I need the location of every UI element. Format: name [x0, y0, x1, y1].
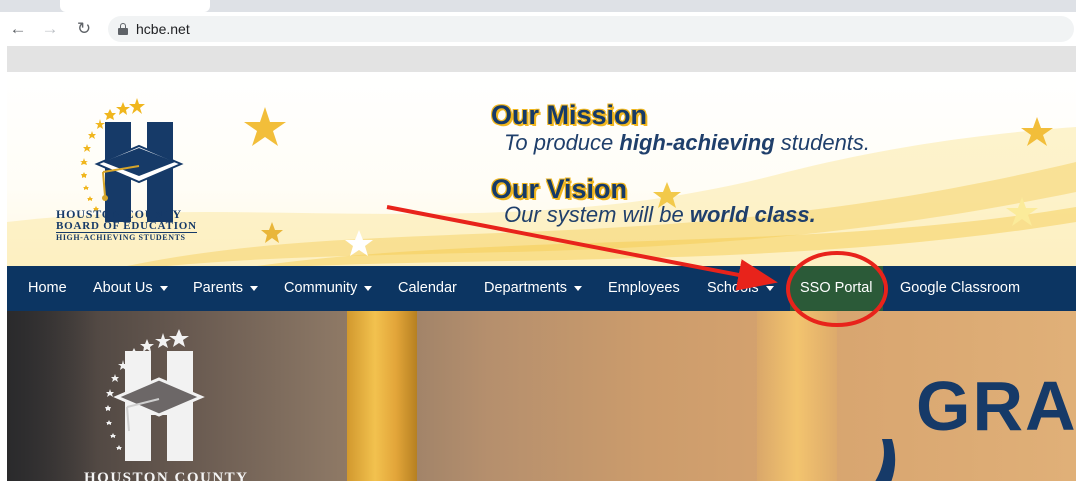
lock-icon[interactable] [118, 23, 128, 35]
tab-strip [0, 0, 1076, 12]
caret-down-icon [159, 285, 168, 291]
site-header: Houston County Board of Education High-A… [7, 72, 1076, 266]
nav-community[interactable]: Community [284, 266, 373, 311]
nav-departments[interactable]: Departments [484, 266, 583, 311]
nav-parents[interactable]: Parents [193, 266, 258, 311]
nav-about-us[interactable]: About Us [93, 266, 168, 311]
arrow-right-icon[interactable]: → [38, 17, 62, 41]
nav-schools[interactable]: Schools [707, 266, 774, 311]
reload-icon[interactable]: ↻ [72, 17, 96, 41]
hero-banner: Houston County GRA [7, 311, 1076, 481]
caret-down-icon [364, 285, 373, 291]
nav-sso-portal[interactable]: SSO Portal [790, 266, 883, 311]
main-nav: Home About Us Parents Community Calendar… [7, 266, 1076, 311]
browser-toolbar: ← → ↻ hcbe.net [0, 12, 1076, 46]
org-tagline: High-Achieving Students [56, 233, 186, 242]
vision-heading: Our Vision [491, 174, 628, 204]
caret-down-icon [765, 285, 774, 291]
hero-hcbe-logo [105, 329, 205, 461]
bookmark-bar [7, 46, 1076, 72]
nav-employees[interactable]: Employees [608, 266, 680, 311]
caret-down-icon [249, 285, 258, 291]
mission-text: To produce high-achieving students. [504, 130, 871, 155]
nav-home[interactable]: Home [28, 266, 67, 311]
hero-decoration [875, 439, 896, 481]
caret-down-icon [574, 285, 583, 291]
vision-text: Our system will be world class. [504, 202, 816, 227]
mission-heading: Our Mission [491, 100, 648, 130]
address-bar[interactable]: hcbe.net [108, 16, 1074, 42]
arrow-left-icon[interactable]: ← [6, 17, 30, 41]
tassel-decoration [347, 311, 417, 481]
url-text: hcbe.net [136, 21, 190, 37]
nav-calendar[interactable]: Calendar [398, 266, 457, 311]
hero-org-name: Houston County [84, 470, 249, 481]
star-decoration [244, 107, 286, 146]
page: ← → ↻ hcbe.net HOUSTON COUNTY BOARD OF E… [0, 0, 1076, 481]
nav-google-classroom[interactable]: Google Classroom [900, 266, 1020, 311]
browser-tab[interactable] [60, 0, 210, 12]
hero-title: GRA [916, 367, 1076, 445]
org-name-line2: Board of Education [56, 220, 197, 233]
